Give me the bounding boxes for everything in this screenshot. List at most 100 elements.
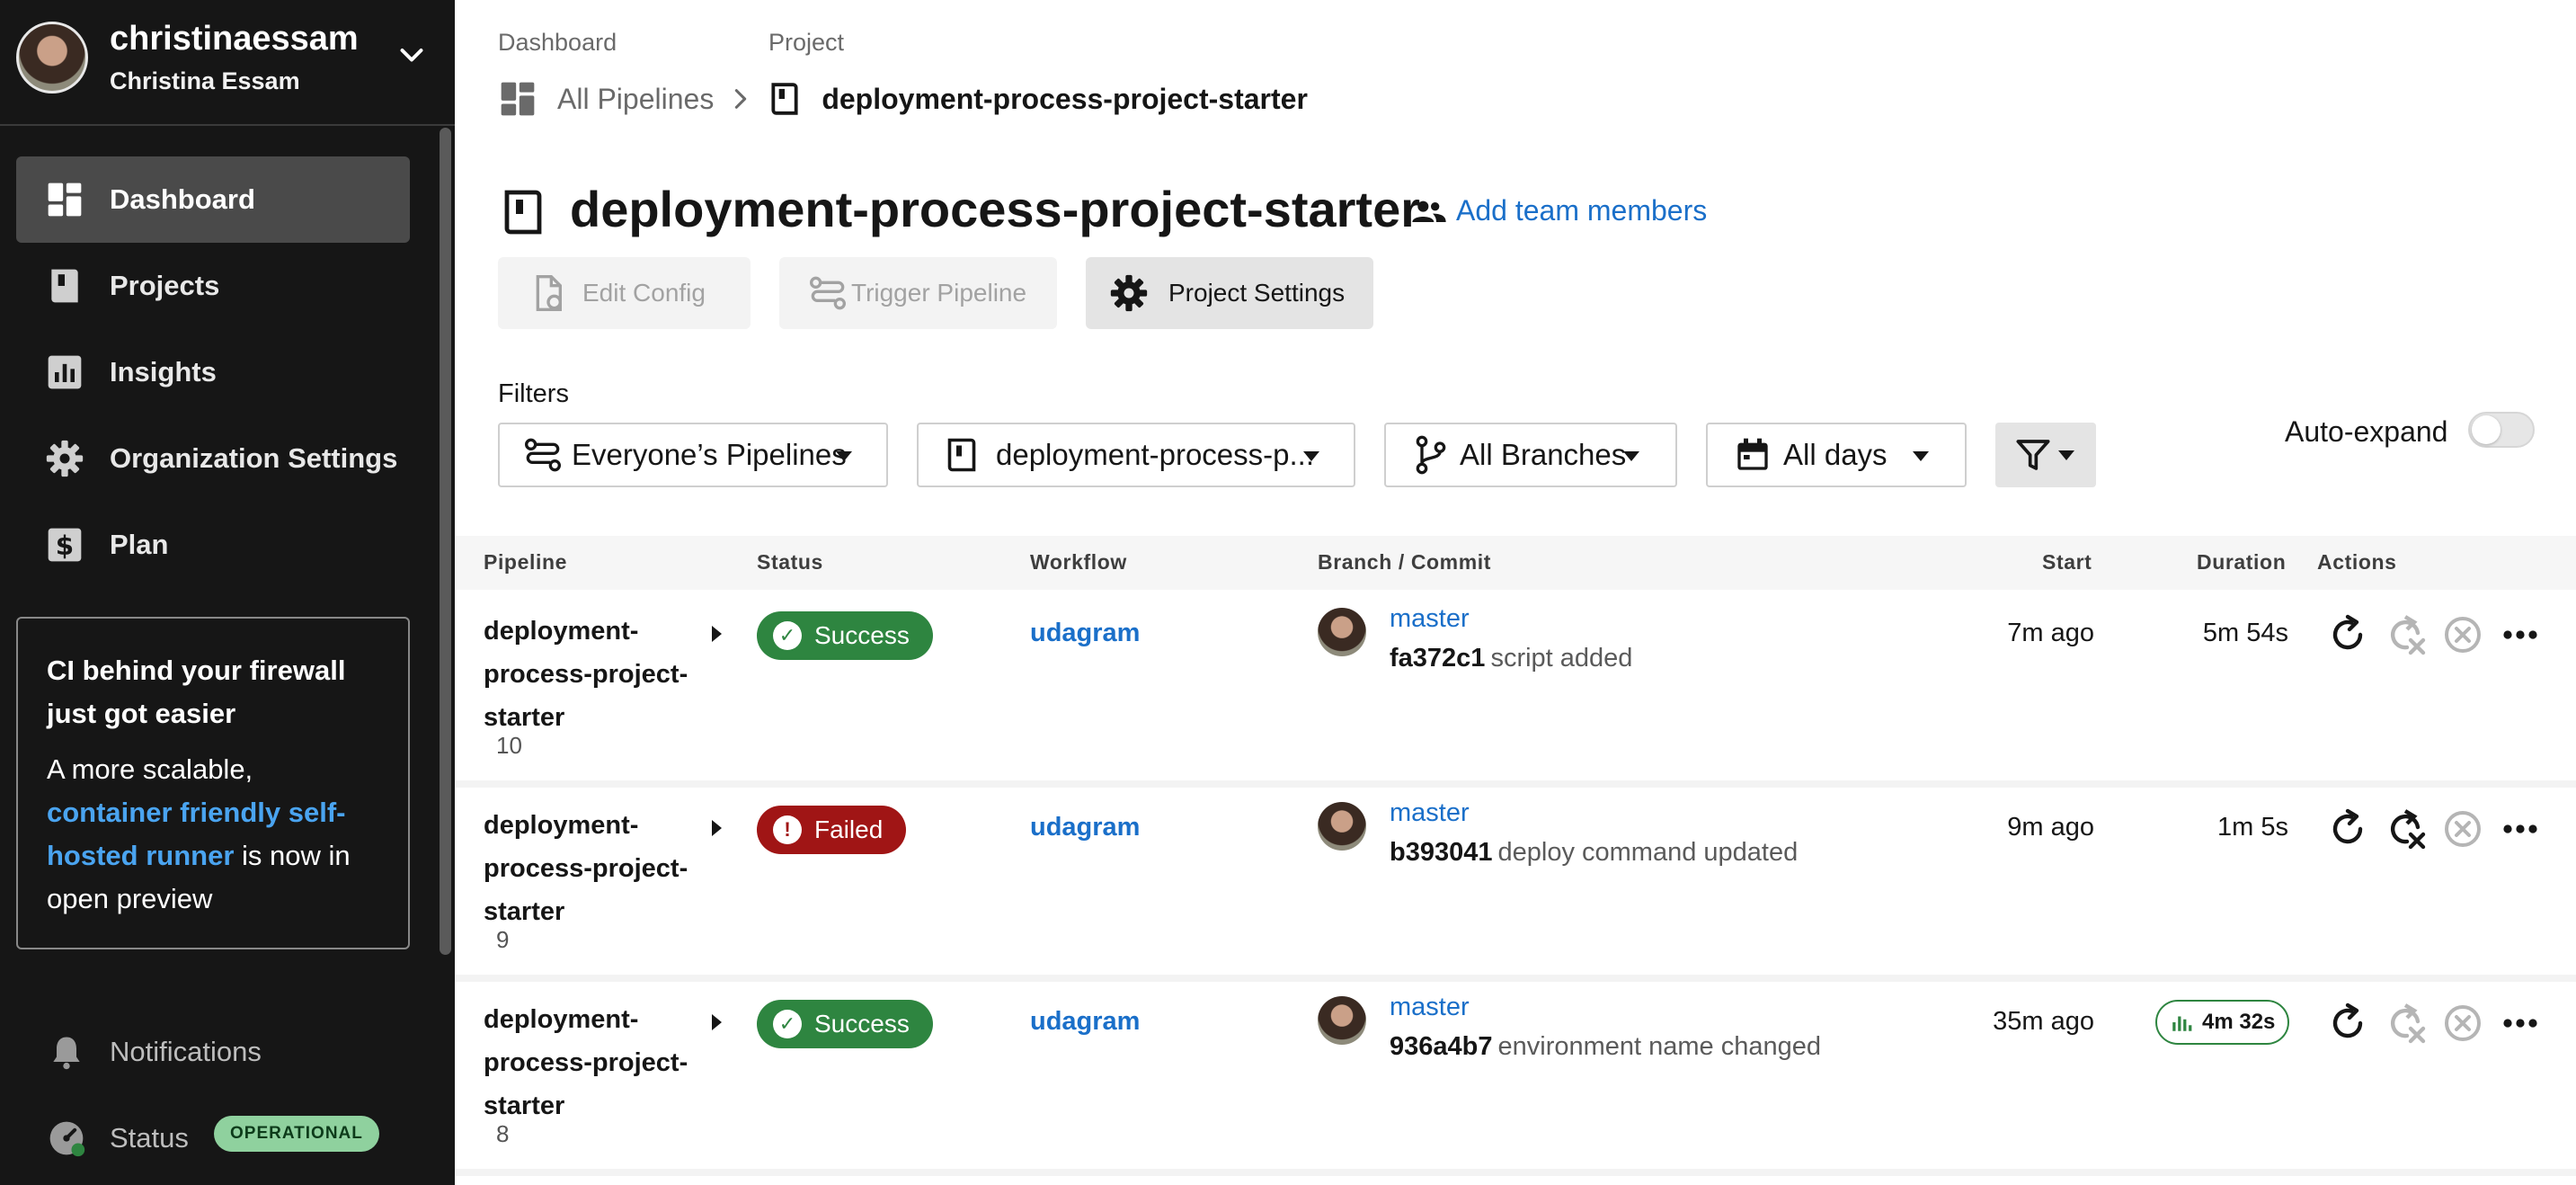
promo-title: CI behind your firewall just got easier	[47, 655, 346, 729]
commit-info[interactable]: fa372c1 script added	[1390, 644, 1632, 673]
pipeline-name[interactable]: deployment-process-project-starter	[484, 998, 699, 1127]
rerun-failed-icon[interactable]	[2384, 1002, 2427, 1045]
sidebar-item-label: Projects	[110, 270, 220, 301]
project-settings-button[interactable]: Project Settings	[1086, 257, 1373, 329]
commit-hash: b393041	[1390, 838, 1493, 867]
pipeline-name[interactable]: deployment-process-project-starter	[484, 610, 699, 739]
caret-down-icon	[1303, 451, 1319, 461]
caret-down-icon	[2058, 450, 2074, 460]
breadcrumb-dashboard-heading: Dashboard	[498, 29, 617, 56]
avatar	[1318, 996, 1366, 1045]
add-team-members-button[interactable]: Add team members	[1411, 194, 1707, 227]
rerun-icon[interactable]	[2326, 613, 2369, 656]
sidebar-item-organization-settings[interactable]: Organization Settings	[16, 415, 410, 502]
people-icon	[1412, 200, 1446, 222]
user-menu[interactable]: christinaessam Christina Essam	[0, 0, 455, 126]
breadcrumb-project[interactable]: deployment-process-project-starter	[822, 83, 1308, 116]
caret-down-icon	[1623, 451, 1639, 461]
exclamation-icon: !	[773, 815, 802, 844]
cancel-icon[interactable]	[2441, 1002, 2484, 1045]
status-badge-success[interactable]: ✓ Success	[757, 611, 933, 660]
status-badge-failed[interactable]: ! Failed	[757, 806, 907, 854]
rerun-icon[interactable]	[2326, 1002, 2369, 1045]
sidebar-item-plan[interactable]: $ Plan	[16, 502, 410, 588]
pipeline-icon	[525, 438, 561, 472]
column-header-duration: Duration	[2197, 550, 2287, 574]
expand-row-icon[interactable]	[712, 626, 722, 642]
pipeline-name[interactable]: deployment-process-project-starter	[484, 804, 699, 933]
project-filter-dropdown[interactable]: deployment-process-p...	[917, 423, 1355, 487]
sidebar-item-label: Dashboard	[110, 183, 255, 215]
commit-hash: fa372c1	[1390, 644, 1486, 673]
username: christinaessam	[110, 20, 359, 58]
avatar	[1318, 608, 1366, 656]
rerun-failed-icon[interactable]	[2384, 613, 2427, 656]
caret-down-icon	[836, 451, 852, 461]
trigger-pipeline-button[interactable]: Trigger Pipeline	[779, 257, 1057, 329]
breadcrumb: All Pipelines deployment-process-project…	[498, 79, 1308, 119]
more-filters-button[interactable]	[1995, 423, 2096, 487]
auto-expand-toggle[interactable]	[2468, 412, 2535, 448]
branch-filter-value: All Branches	[1460, 438, 1627, 471]
column-header-start: Start	[2042, 550, 2092, 574]
breadcrumb-all-pipelines[interactable]: All Pipelines	[557, 83, 714, 116]
sidebar-item-insights[interactable]: Insights	[16, 329, 410, 415]
branch-link[interactable]: master	[1390, 993, 1470, 1022]
pipeline-icon	[810, 276, 846, 310]
start-time: 35m ago	[1993, 1007, 2094, 1036]
project-filter-value: deployment-process-p...	[996, 438, 1314, 471]
pipeline-number: 9	[496, 926, 510, 953]
more-options-icon[interactable]	[2499, 1002, 2542, 1045]
workflow-link[interactable]: udagram	[1030, 1007, 1140, 1037]
project-bookmark-icon	[947, 438, 976, 472]
edit-config-button[interactable]: Edit Config	[498, 257, 751, 329]
user-full-name: Christina Essam	[110, 67, 300, 94]
column-header-pipeline: Pipeline	[484, 550, 567, 574]
gear-icon	[1110, 274, 1148, 312]
commit-info[interactable]: 936a4b7 environment name changed	[1390, 1032, 1821, 1062]
branch-link[interactable]: master	[1390, 798, 1470, 828]
sidebar-item-label: Insights	[110, 356, 217, 388]
pipelines-filter-value: Everyone’s Pipelines	[572, 438, 847, 471]
more-options-icon[interactable]	[2499, 807, 2542, 851]
rerun-icon[interactable]	[2326, 807, 2369, 851]
notifications-label: Notifications	[110, 1036, 262, 1067]
days-filter-dropdown[interactable]: All days	[1706, 423, 1967, 487]
workflow-link[interactable]: udagram	[1030, 813, 1140, 842]
sidebar-item-dashboard[interactable]: Dashboard	[16, 156, 410, 243]
project-bookmark-icon	[771, 83, 798, 115]
bell-icon	[53, 1037, 80, 1070]
sidebar-item-status[interactable]: Status OPERATIONAL	[47, 1116, 379, 1158]
workflow-link[interactable]: udagram	[1030, 619, 1140, 648]
chevron-down-icon[interactable]	[395, 40, 428, 72]
promo-body: A more scalable, container friendly self…	[47, 748, 379, 921]
status-gauge-icon	[49, 1121, 85, 1157]
branch-filter-dropdown[interactable]: All Branches	[1384, 423, 1677, 487]
rerun-failed-icon[interactable]	[2384, 807, 2427, 851]
commit-message: environment name changed	[1497, 1032, 1822, 1061]
status-label: Failed	[814, 815, 884, 843]
column-header-actions: Actions	[2317, 550, 2397, 574]
sidebar-item-label: Organization Settings	[110, 442, 398, 474]
branch-link[interactable]: master	[1390, 604, 1470, 634]
project-settings-label: Project Settings	[1168, 279, 1346, 307]
pipelines-filter-dropdown[interactable]: Everyone’s Pipelines	[498, 423, 888, 487]
duration-insights-pill[interactable]: 4m 32s	[2155, 1000, 2290, 1045]
expand-row-icon[interactable]	[712, 820, 722, 836]
commit-message: deploy command updated	[1497, 838, 1799, 867]
status-badge-success[interactable]: ✓ Success	[757, 1000, 933, 1048]
plan-icon: $	[48, 528, 82, 562]
commit-info[interactable]: b393041 deploy command updated	[1390, 838, 1798, 868]
sidebar-item-notifications[interactable]: Notifications	[47, 1032, 262, 1072]
expand-row-icon[interactable]	[712, 1014, 722, 1030]
cancel-icon[interactable]	[2441, 807, 2484, 851]
row-divider	[455, 1169, 2576, 1176]
more-options-icon[interactable]	[2499, 613, 2542, 656]
pipeline-number: 10	[496, 732, 522, 759]
add-team-members-label: Add team members	[1456, 194, 1708, 227]
sidebar-scrollbar[interactable]	[440, 128, 451, 955]
sidebar-item-projects[interactable]: Projects	[16, 243, 410, 329]
chevron-right-icon	[735, 89, 747, 109]
page-title: deployment-process-project-starter	[570, 181, 1421, 237]
cancel-icon[interactable]	[2441, 613, 2484, 656]
